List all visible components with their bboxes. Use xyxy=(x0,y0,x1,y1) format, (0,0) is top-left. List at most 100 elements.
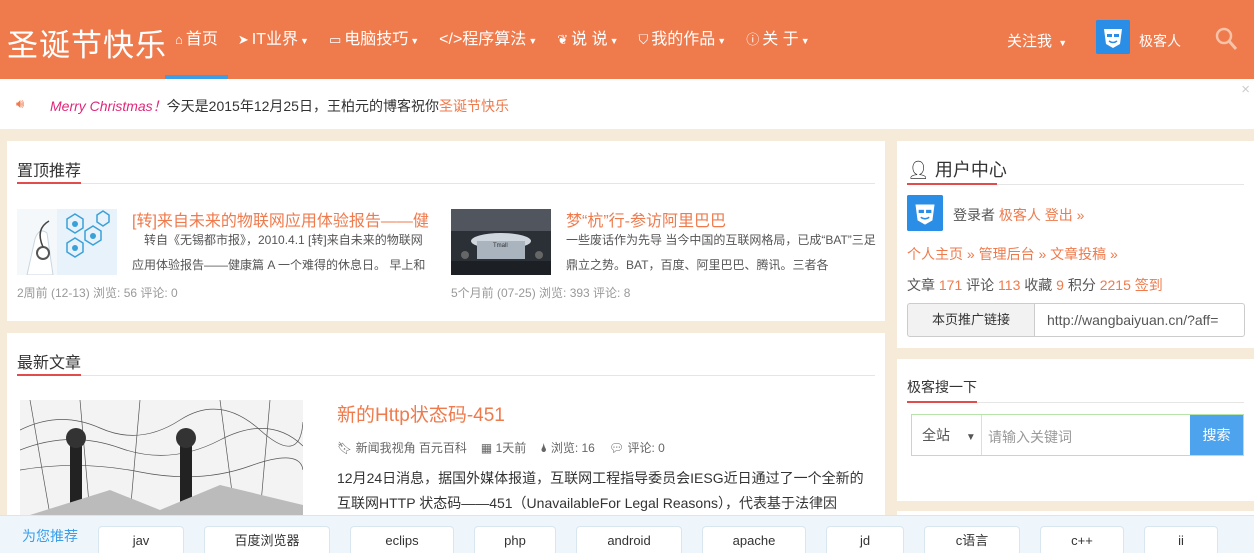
divider xyxy=(17,183,875,184)
main-nav: ⌂ 首页 ➤ IT业界 ▼ ▭ 电脑技巧 ▼ </>程序算法 ▼ ❦ 说 说 ▼ ⛉ 我的作品 ▼ … xyxy=(165,0,820,79)
nav-about-label: 关 于 xyxy=(762,31,799,48)
featured-post-meta: 5个月前 (07-25) 浏览: 393 评论: 8 xyxy=(451,286,631,300)
user-stats: 文章 171 评论 113 收藏 9 积分 2215 签到 xyxy=(907,275,1163,295)
recommend-tag[interactable]: eclips xyxy=(350,526,454,553)
article-title[interactable]: 新的Http状态码-451 xyxy=(337,400,505,427)
avatar[interactable] xyxy=(907,195,943,231)
article-comments[interactable]: 💬︎ 评论: 0 xyxy=(609,439,665,456)
info-icon: ⓘ xyxy=(746,32,760,47)
recommend-tag[interactable]: ii xyxy=(1144,526,1218,553)
article-views: 🌢︎ 浏览: 16 xyxy=(540,439,595,456)
logged-in-label: 登录者 xyxy=(953,207,995,223)
leaf-icon: ❦ xyxy=(557,32,569,47)
bookmark-icon: 🔖︎ xyxy=(337,441,353,455)
login-info: 登录者 极客人 登出 » xyxy=(953,205,1084,225)
user-links: 个人主页 » 管理后台 » 文章投稿 » xyxy=(907,244,1118,264)
points-count[interactable]: 2215 xyxy=(1100,277,1131,293)
user-center-label: 用户中心 xyxy=(934,160,1007,180)
comments-count[interactable]: 113 xyxy=(998,277,1020,293)
comments-label: 评论 xyxy=(966,277,995,293)
search-card-title: 极客搜一下 xyxy=(907,379,977,395)
recommend-tag[interactable]: 百度浏览器 xyxy=(204,526,330,553)
post-thumbnail[interactable] xyxy=(17,209,117,275)
article-excerpt: 12月24日消息，据国外媒体报道，互联网工程指导委员会IESG近日通过了一个全新… xyxy=(337,470,864,511)
nav-pc-tips[interactable]: ▭ 电脑技巧 ▼ xyxy=(319,0,429,79)
article-time: ▦ 1天前 xyxy=(481,439,526,456)
fire-icon: 🌢︎ xyxy=(540,441,548,455)
nav-algo-label: </>程序算法 xyxy=(439,31,527,48)
promo-link-button[interactable]: 本页推广链接 xyxy=(907,303,1035,337)
header-username[interactable]: 极客人 xyxy=(1139,31,1181,51)
article-category-label: 新闻我视角 百元百科 xyxy=(355,441,467,455)
recommend-tag[interactable]: android xyxy=(576,526,682,553)
recommend-tag[interactable]: c语言 xyxy=(924,526,1020,553)
nav-it-label: IT业界 xyxy=(251,31,299,48)
notice-greeting: Merry Christmas！ xyxy=(50,98,167,114)
latest-title: 最新文章 xyxy=(17,355,82,372)
caret-down-icon: ▼ xyxy=(609,36,619,46)
recommend-tag[interactable]: jd xyxy=(826,526,904,553)
articles-label: 文章 xyxy=(907,277,935,293)
nav-algorithms[interactable]: </>程序算法 ▼ xyxy=(429,0,547,79)
post-thumbnail[interactable]: Tmall xyxy=(451,209,551,275)
article-views-label: 浏览: 16 xyxy=(550,441,595,455)
title-underline xyxy=(17,182,81,184)
signin-link[interactable]: 签到 xyxy=(1135,277,1163,293)
promo-url-field[interactable]: http://wangbaiyuan.cn/?aff= xyxy=(1034,303,1245,337)
nav-works-label: 我的作品 xyxy=(651,31,716,48)
laptop-icon: ▭ xyxy=(328,32,342,47)
points-label: 积分 xyxy=(1067,277,1096,293)
search-button[interactable]: 搜索 xyxy=(1190,415,1243,455)
divider xyxy=(17,375,875,376)
caret-down-icon: ▼ xyxy=(410,36,420,46)
admin-link[interactable]: 管理后台 » xyxy=(979,246,1047,262)
caret-down-icon: ▼ xyxy=(528,36,538,46)
notice-highlight: 圣诞节快乐 xyxy=(438,98,509,114)
nav-home[interactable]: ⌂ 首页 xyxy=(165,0,228,79)
caret-down-icon: ▼ xyxy=(800,36,810,46)
speaker-icon: 🔊︎ xyxy=(16,96,25,111)
search-scope-select[interactable]: 全站 ▼ xyxy=(912,415,982,455)
search-form: 全站 ▼ 请输入关键词 搜索 xyxy=(911,414,1244,456)
submit-post-link[interactable]: 文章投稿 » xyxy=(1050,246,1118,262)
articles-count[interactable]: 171 xyxy=(939,277,962,293)
featured-post-meta: 2周前 (12-13) 浏览: 56 评论: 0 xyxy=(17,286,178,300)
send-icon: ➤ xyxy=(237,32,249,47)
nav-my-works[interactable]: ⛉ 我的作品 ▼ xyxy=(629,0,737,79)
caret-down-icon: ▼ xyxy=(965,432,976,443)
profile-link[interactable]: 个人主页 » xyxy=(907,246,975,262)
username-link[interactable]: 极客人 xyxy=(999,207,1041,223)
article-meta: 🔖︎ 新闻我视角 百元百科 ▦ 1天前 🌢︎ 浏览: 16 💬︎ 评论: 0 xyxy=(337,439,665,456)
title-underline xyxy=(907,401,977,403)
follow-menu[interactable]: 关注我 ▼ xyxy=(1007,30,1067,51)
favs-count[interactable]: 9 xyxy=(1056,277,1064,293)
avatar[interactable] xyxy=(1096,20,1130,54)
recommend-tag[interactable]: php xyxy=(474,526,556,553)
nav-about[interactable]: ⓘ 关 于 ▼ xyxy=(736,0,819,79)
site-logo[interactable]: 圣诞节快乐 xyxy=(7,20,167,65)
caret-down-icon: ▼ xyxy=(717,36,727,46)
nav-talk-label: 说 说 xyxy=(571,31,608,48)
article-category[interactable]: 🔖︎ 新闻我视角 百元百科 xyxy=(337,439,467,456)
notice-body: 今天是2015年12月25日，王柏元的博客祝你 xyxy=(166,98,439,114)
article-time-label: 1天前 xyxy=(495,441,527,455)
title-underline xyxy=(907,183,997,185)
search-icon[interactable] xyxy=(1214,26,1238,52)
recommend-bar: 为您推荐 jav 百度浏览器 eclips php android apache… xyxy=(0,515,1254,553)
recommend-tag[interactable]: c++ xyxy=(1040,526,1124,553)
follow-label: 关注我 xyxy=(1007,33,1053,50)
nav-talk[interactable]: ❦ 说 说 ▼ xyxy=(547,0,628,79)
nav-it-industry[interactable]: ➤ IT业界 ▼ xyxy=(228,0,319,79)
home-icon: ⌂ xyxy=(175,32,183,47)
notice-text: Merry Christmas！今天是2015年12月25日，王柏元的博客祝你圣… xyxy=(50,96,509,116)
calendar-icon: ▦ xyxy=(480,441,493,455)
close-icon[interactable]: × xyxy=(1241,81,1250,98)
search-input[interactable]: 请输入关键词 xyxy=(988,427,1072,447)
recommend-tag[interactable]: jav xyxy=(98,526,184,553)
user-center-title: 👤︎ 用户中心 xyxy=(907,156,1007,182)
recommend-tag[interactable]: apache xyxy=(702,526,806,553)
article-image[interactable] xyxy=(20,400,303,515)
favs-label: 收藏 xyxy=(1024,277,1053,293)
shield-icon: ⛉ xyxy=(638,32,649,47)
logout-link[interactable]: 登出 » xyxy=(1045,207,1085,223)
